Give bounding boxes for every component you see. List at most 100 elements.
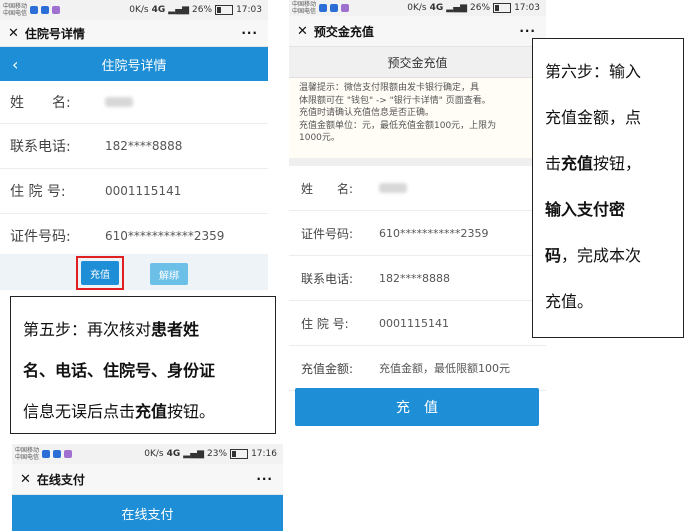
carrier-label: 中国移动 中国电信 — [292, 1, 317, 15]
info-row-phone: 联系电话: 182****8888 — [0, 124, 268, 169]
more-icon[interactable]: ··· — [519, 24, 536, 38]
tip-line: 充值金额单位：元，最低充值金额100元，上限为 — [299, 120, 497, 131]
warm-tip: 温馨提示：微信支付限额由发卡银行确定，具 体限额可在 "钱包" -> "银行卡详… — [289, 78, 546, 166]
step5-callout: 第五步：再次核对患者姓 名、电话、住院号、身份证 信息无误后点击充值按钮。 — [10, 296, 276, 434]
close-icon[interactable]: ✕ — [20, 472, 31, 487]
status-bar: 中国移动 中国电信 0K/s 4G ▂▄▆ 23% 17:16 — [12, 444, 283, 464]
wechat-title-bar: ✕ 住院号详情 ··· — [0, 20, 268, 47]
blurred-name — [105, 97, 133, 107]
field-label: 住 院 号: — [10, 184, 66, 200]
step6-line5: 码，完成本次 — [545, 246, 642, 265]
recharge-button[interactable]: 充值 — [81, 261, 119, 285]
battery-percent: 26% — [192, 5, 213, 15]
info-row-name: 姓 名: — [0, 81, 268, 124]
clock: 17:03 — [514, 3, 540, 13]
field-value: 0001115141 — [379, 316, 449, 330]
page-header: ‹ 住院号详情 — [0, 47, 268, 81]
field-value: 610***********2359 — [379, 226, 489, 240]
tip-line: 体限额可在 "钱包" -> "银行卡详情" 页面查看。 — [299, 95, 491, 106]
field-value: 182****8888 — [379, 271, 450, 285]
wechat-page-title: 住院号详情 — [24, 26, 85, 41]
info-row-id-number: 证件号码: 610***********2359 — [289, 211, 546, 256]
app-notification-icon — [30, 6, 39, 14]
field-label: 联系电话: — [10, 139, 71, 155]
status-bar: 中国移动 中国电信 0K/s 4G ▂▄▆ 26% 17:03 — [0, 0, 268, 20]
field-label: 充值金额: — [301, 361, 354, 376]
battery-percent: 23% — [207, 449, 228, 459]
page-header: 在线支付 — [12, 495, 283, 531]
signal-icon: ▂▄▆ — [183, 449, 205, 459]
carrier-label: 中国移动 中国电信 — [15, 447, 40, 461]
field-label: 证件号码: — [10, 229, 71, 245]
app-notification-icon — [41, 6, 50, 14]
tip-line: 充值时请确认充值信息是否正确。 — [299, 108, 435, 118]
page-title: 住院号详情 — [101, 58, 167, 74]
network-type: 4G — [429, 3, 444, 13]
back-arrow-icon[interactable]: ‹ — [12, 55, 18, 74]
recharge-amount-input[interactable]: 充值金额，最低限额100元 — [379, 360, 510, 376]
close-icon[interactable]: ✕ — [297, 24, 308, 39]
info-row-hospital-number: 住 院 号: 0001115141 — [289, 301, 546, 346]
network-type: 4G — [151, 5, 166, 15]
wechat-title-bar: ✕ 在线支付 ··· — [12, 464, 283, 495]
signal-icon: ▂▄▆ — [446, 3, 468, 13]
field-value: 610***********2359 — [105, 229, 225, 243]
app-notification-icon — [330, 4, 339, 12]
network-speed: 0K/s — [129, 5, 149, 15]
more-icon[interactable]: ··· — [256, 472, 273, 486]
battery-icon — [230, 449, 249, 459]
field-label: 证件号码: — [301, 226, 354, 241]
field-label: 联系电话: — [301, 271, 354, 286]
close-icon[interactable]: ✕ — [8, 26, 19, 41]
more-icon[interactable]: ··· — [241, 26, 258, 40]
clock: 17:03 — [236, 5, 262, 15]
screen-hospital-number-detail: 中国移动 中国电信 0K/s 4G ▂▄▆ 26% 17:03 ✕ 住院号详情 ·… — [0, 0, 268, 290]
app-notification-icon — [53, 450, 62, 458]
page-title: 在线支付 — [121, 507, 174, 523]
app-notification-icon — [319, 4, 328, 12]
clock: 17:16 — [251, 449, 277, 459]
step6-line3: 击充值按钮， — [545, 154, 642, 173]
field-label: 姓 名: — [10, 95, 71, 111]
recharge-amount-row: 充值金额: 充值金额，最低限额100元 — [289, 346, 546, 391]
wechat-page-title: 预交金充值 — [313, 24, 374, 39]
field-value: 182****8888 — [105, 139, 183, 153]
info-row-id-number: 证件号码: 610***********2359 — [0, 214, 268, 259]
blurred-name — [379, 183, 407, 193]
page-header: 预交金充值 — [289, 47, 546, 78]
network-type: 4G — [166, 449, 181, 459]
network-speed: 0K/s — [407, 3, 427, 13]
status-bar: 中国移动 中国电信 0K/s 4G ▂▄▆ 26% 17:03 — [289, 0, 546, 16]
info-row-name: 姓 名: — [289, 166, 546, 211]
step6-line4: 输入支付密 — [545, 200, 626, 219]
info-row-hospital-number: 住 院 号: 0001115141 — [0, 169, 268, 214]
button-area — [0, 254, 268, 290]
carrier-label: 中国移动 中国电信 — [3, 3, 28, 17]
tip-line: 1000元。 — [299, 133, 340, 143]
screen-online-payment: 中国移动 中国电信 0K/s 4G ▂▄▆ 23% 17:16 ✕ 在线支付 ··… — [12, 444, 283, 531]
field-label: 姓 名: — [301, 181, 354, 196]
battery-icon — [215, 5, 234, 15]
step6-callout: 第六步：输入 充值金额，点 击充值按钮， 输入支付密 码，完成本次 充值。 — [532, 38, 684, 338]
screen-prepayment-recharge: 中国移动 中国电信 0K/s 4G ▂▄▆ 26% 17:03 ✕ 预交金充值 ·… — [289, 0, 546, 440]
unbind-button[interactable]: 解绑 — [150, 263, 188, 285]
network-speed: 0K/s — [144, 449, 164, 459]
app-notification-icon — [64, 450, 73, 458]
step5-line2: 名、电话、住院号、身份证 — [23, 361, 216, 380]
signal-icon: ▂▄▆ — [168, 5, 190, 15]
battery-percent: 26% — [470, 3, 491, 13]
app-notification-icon — [341, 4, 350, 12]
field-label: 住 院 号: — [301, 316, 349, 331]
step5-line1: 第五步：再次核对患者姓 — [23, 320, 200, 339]
wechat-title-bar: ✕ 预交金充值 ··· — [289, 16, 546, 47]
page-title: 预交金充值 — [387, 55, 448, 70]
recharge-submit-button[interactable]: 充 值 — [295, 388, 539, 426]
field-value: 0001115141 — [105, 184, 182, 198]
wechat-page-title: 在线支付 — [36, 472, 85, 487]
step6-line1: 第六步：输入 — [545, 62, 642, 81]
step6-line6: 充值。 — [545, 292, 594, 311]
step6-line2: 充值金额，点 — [545, 108, 642, 127]
tip-line: 温馨提示：微信支付限额由发卡银行确定，具 — [299, 83, 480, 93]
info-row-phone: 联系电话: 182****8888 — [289, 256, 546, 301]
app-notification-icon — [52, 6, 61, 14]
